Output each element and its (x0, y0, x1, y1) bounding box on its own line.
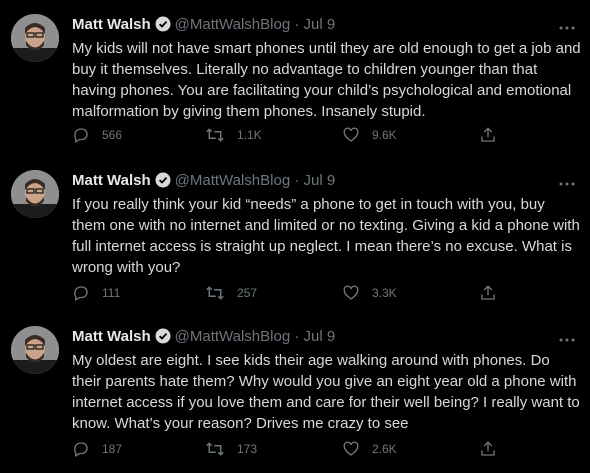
author-name[interactable]: Matt Walsh (72, 16, 151, 33)
retweet-count: 257 (237, 286, 258, 300)
author-name[interactable]: Matt Walsh (72, 172, 151, 189)
reply-button[interactable]: 111 (72, 283, 120, 303)
author-name[interactable]: Matt Walsh (72, 328, 151, 345)
author-handle[interactable]: @MattWalshBlog (175, 16, 291, 33)
tweet[interactable]: Matt Walsh @MattWalshBlog · Jul 9 If you … (0, 170, 590, 310)
share-button[interactable] (479, 439, 509, 459)
more-dots-icon[interactable] (558, 332, 576, 342)
verified-badge-icon (155, 172, 171, 195)
heart-icon (343, 127, 359, 142)
tweet-time[interactable]: · Jul 9 (294, 16, 335, 33)
share-button[interactable] (479, 283, 509, 303)
tweet-text: My kids will not have smart phones until… (72, 40, 581, 120)
avatar[interactable] (11, 326, 59, 374)
author-handle[interactable]: @MattWalshBlog (175, 328, 291, 345)
tweet-thread: Matt Walsh @MattWalshBlog · Jul 9 My kids… (0, 0, 590, 473)
tweet-header: Matt Walsh @MattWalshBlog · Jul 9 (72, 14, 335, 36)
like-button[interactable]: 9.6K (342, 125, 397, 145)
like-button[interactable]: 2.6K (342, 439, 397, 459)
avatar[interactable] (11, 14, 59, 62)
avatar[interactable] (11, 170, 59, 218)
retweet-button[interactable]: 173 (205, 439, 257, 459)
retweet-count: 173 (237, 442, 258, 456)
reply-count: 111 (102, 286, 121, 300)
tweet-actions: 566 1.1K 9.6K (72, 125, 512, 145)
reply-icon (74, 286, 88, 301)
like-count: 3.3K (372, 286, 397, 300)
reply-icon (74, 442, 88, 457)
heart-icon (343, 285, 359, 300)
tweet-actions: 111 257 3.3K (72, 283, 512, 303)
more-dots-icon[interactable] (558, 20, 576, 30)
tweet-time[interactable]: · Jul 9 (294, 172, 335, 189)
retweet-count: 1.1K (237, 128, 262, 142)
profile-photo-icon (11, 14, 59, 62)
verified-badge-icon (155, 328, 171, 351)
tweet[interactable]: Matt Walsh @MattWalshBlog · Jul 9 My kids… (0, 14, 590, 152)
retweet-button[interactable]: 257 (205, 283, 257, 303)
more-dots-icon[interactable] (558, 176, 576, 186)
verified-badge-icon (155, 16, 171, 39)
reply-icon (74, 128, 88, 143)
tweet-header: Matt Walsh @MattWalshBlog · Jul 9 (72, 326, 335, 348)
author-handle[interactable]: @MattWalshBlog (175, 172, 291, 189)
profile-photo-icon (11, 326, 59, 374)
profile-photo-icon (11, 170, 59, 218)
like-button[interactable]: 3.3K (342, 283, 397, 303)
heart-icon (343, 441, 359, 456)
retweet-icon (206, 128, 224, 142)
reply-count: 187 (102, 442, 123, 456)
tweet-text: If you really think your kid “needs” a p… (72, 196, 580, 276)
retweet-icon (206, 442, 224, 456)
tweet[interactable]: Matt Walsh @MattWalshBlog · Jul 9 My olde… (0, 326, 590, 466)
reply-count: 566 (102, 128, 123, 142)
retweet-icon (206, 286, 224, 300)
share-button[interactable] (479, 125, 509, 145)
reply-button[interactable]: 187 (72, 439, 122, 459)
tweet-header: Matt Walsh @MattWalshBlog · Jul 9 (72, 170, 335, 192)
reply-button[interactable]: 566 (72, 125, 122, 145)
share-icon (481, 127, 495, 142)
tweet-actions: 187 173 2.6K (72, 439, 512, 459)
like-count: 9.6K (372, 128, 397, 142)
tweet-text: My oldest are eight. I see kids their ag… (72, 352, 580, 432)
retweet-button[interactable]: 1.1K (205, 125, 262, 145)
share-icon (481, 285, 495, 300)
share-icon (481, 441, 495, 456)
like-count: 2.6K (372, 442, 397, 456)
tweet-time[interactable]: · Jul 9 (294, 328, 335, 345)
